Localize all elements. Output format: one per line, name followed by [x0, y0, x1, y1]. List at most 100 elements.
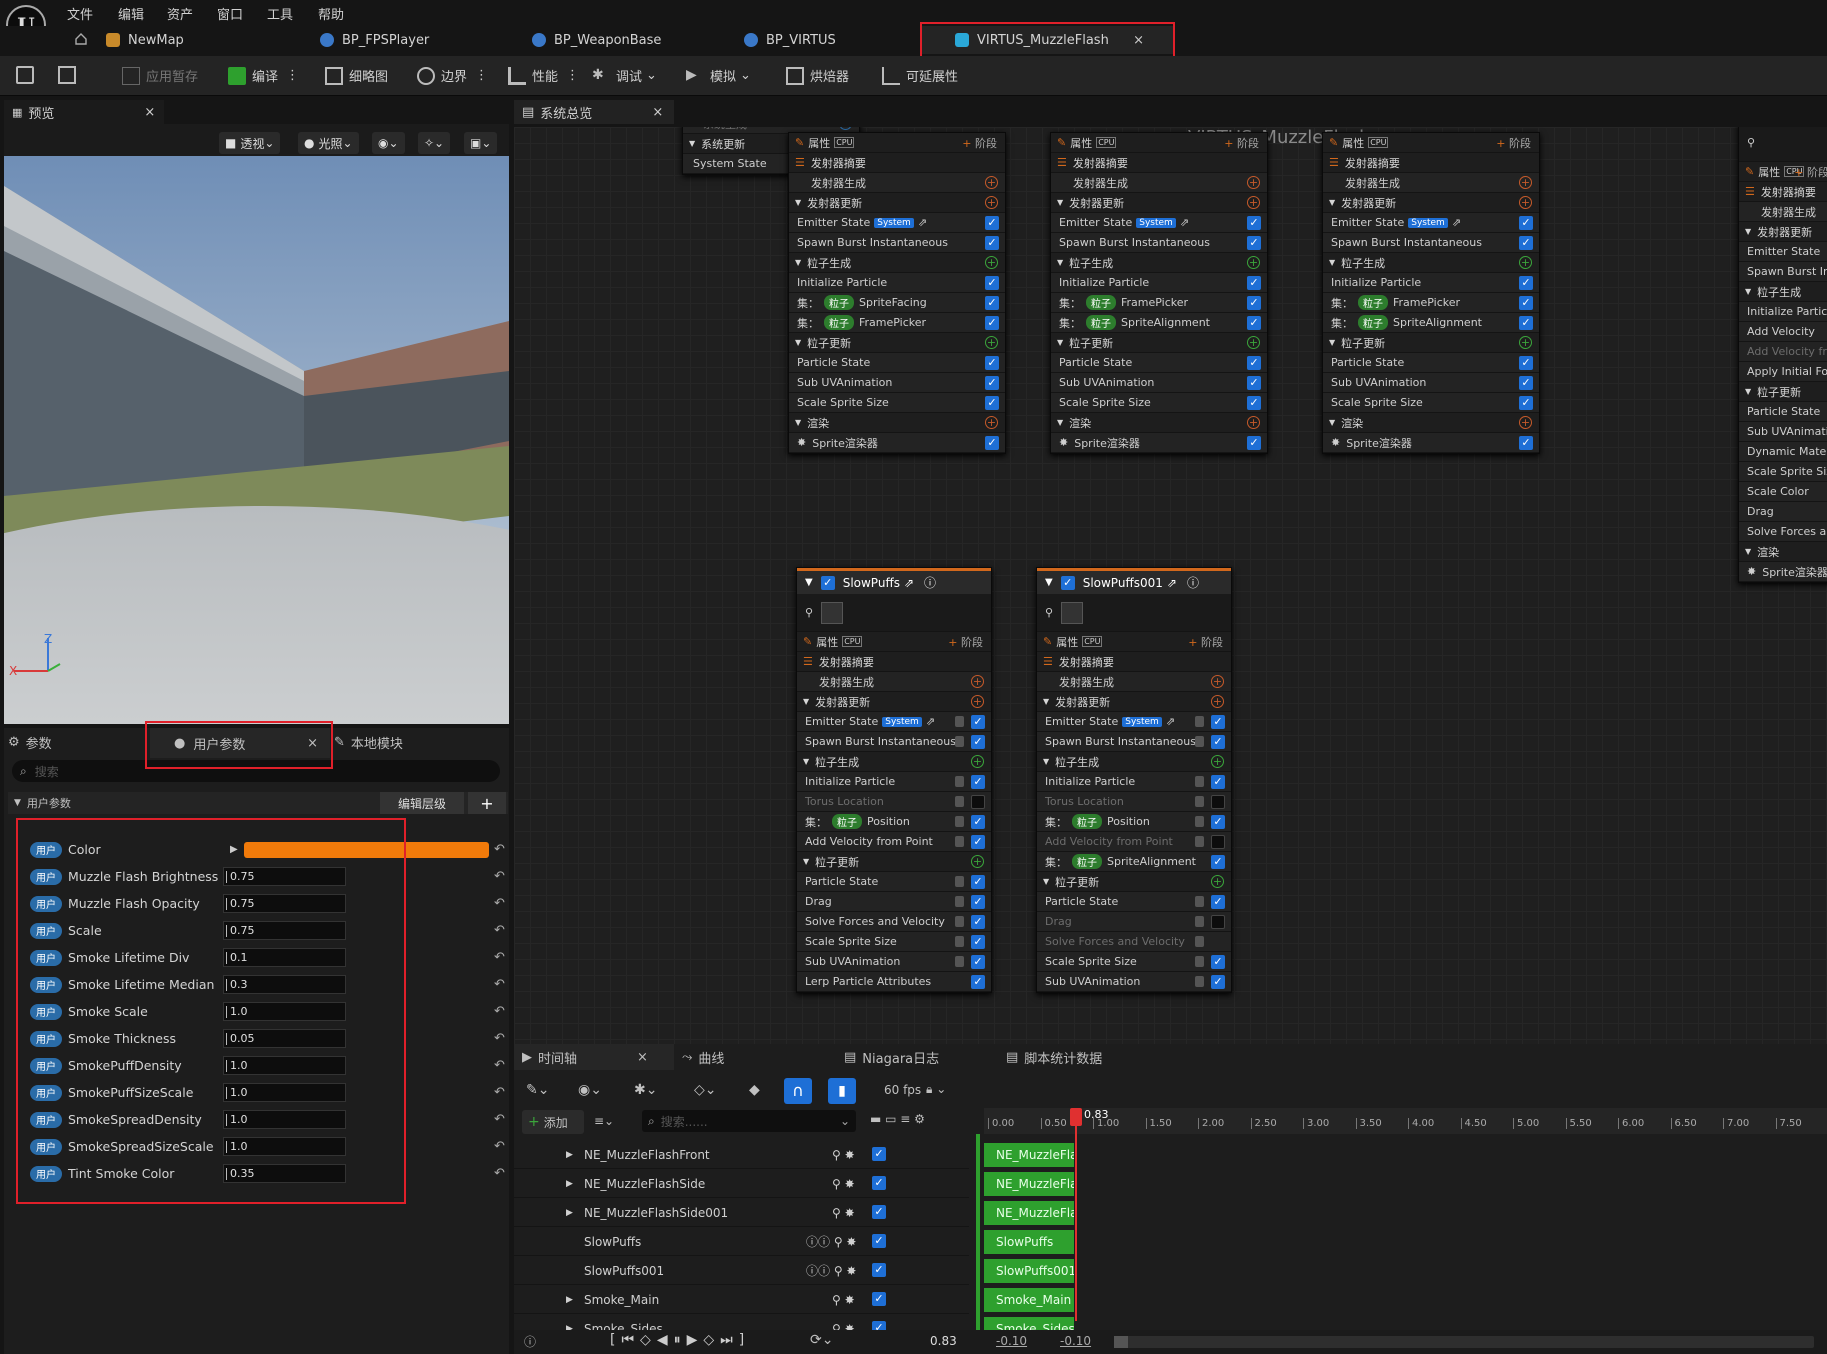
enable-checkbox[interactable]: ✓ [1211, 855, 1225, 869]
reset-icon[interactable]: ↶ [494, 1085, 505, 1100]
simulate-dropdown[interactable]: ▶ 模拟 ⌄ [686, 66, 751, 86]
node-row[interactable]: Torus Location [1037, 792, 1231, 812]
node-row[interactable]: Dynamic Materi [1739, 442, 1827, 462]
enable-checkbox[interactable]: ✓ [985, 396, 999, 410]
menu-file[interactable]: 文件 [67, 4, 93, 23]
emitter-node-slowpuffs[interactable]: ▼ ✓ SlowPuffs ⇗ ⓘ ⚲ ✎ 属性 CPU + 阶段 ☰ 发射器摘要 发射器生成 + ▼ 发射器… [796, 567, 992, 993]
enable-checkbox[interactable]: ✓ [971, 915, 985, 929]
node-row[interactable]: Sub UVAnimatic [1739, 422, 1827, 442]
node-row[interactable]: Drag [1037, 912, 1231, 932]
enable-checkbox[interactable]: ✓ [1247, 216, 1261, 230]
enable-checkbox[interactable]: ✓ [971, 715, 985, 729]
track-bar[interactable]: Smoke_Main [984, 1288, 1074, 1312]
apply-button[interactable]: 应用暂存 [122, 66, 198, 85]
node-row[interactable]: ▼ 粒子更新 + [1037, 872, 1231, 892]
view-options-icon[interactable]: ◉⌄ [578, 1082, 602, 1098]
range-start-marker[interactable] [976, 1134, 980, 1334]
node-row[interactable]: Emitter State System ⇗ ✓ [789, 213, 1005, 233]
track-bar[interactable]: NE_MuzzleFlash [984, 1201, 1074, 1225]
node-row[interactable]: ▼ 发射器更新 [1739, 222, 1827, 242]
node-row[interactable]: 发射器生成 + [1323, 173, 1539, 193]
node-row[interactable]: 集： 粒子 FramePicker ✓ [789, 313, 1005, 333]
node-props-row[interactable]: ✎ 属性 CPU + 阶段 [789, 133, 1005, 153]
add-module-icon[interactable]: + [1247, 196, 1260, 209]
thumbnail-button[interactable]: 细略图 [325, 66, 388, 85]
playback-controls[interactable]: [⏮◇◀⏸▶◇⏭] [610, 1332, 750, 1348]
node-row[interactable]: Sub UVAnimation ✓ [797, 952, 991, 972]
enable-checkbox[interactable]: ✓ [1211, 715, 1225, 729]
track-bar[interactable]: SlowPuffs [984, 1230, 1074, 1254]
node-row[interactable]: Emitter State System ⇗ ✓ [1051, 213, 1267, 233]
node-row[interactable]: Sub UVAnimation ✓ [1051, 373, 1267, 393]
enable-checkbox[interactable]: ✓ [971, 775, 985, 789]
node-row[interactable]: Particle State ✓ [1037, 892, 1231, 912]
enable-checkbox[interactable]: ✓ [971, 875, 985, 889]
snap-to-frame-icon[interactable]: ▮ [828, 1078, 856, 1104]
node-row[interactable]: Drag [1739, 502, 1827, 522]
reset-icon[interactable]: ↶ [494, 1058, 505, 1073]
node-row[interactable]: Scale Sprite Siz [1739, 462, 1827, 482]
emitter-node-header[interactable]: ▼ ✓ SlowPuffs ⇗ ⓘ [797, 568, 991, 594]
system-overview-graph[interactable]: VIRTUS_MuzzleFlash 系统生成+▼系统更新+System Sta… [514, 127, 1827, 1044]
debug-dropdown[interactable]: ✱ 调试 ⌄ [592, 66, 657, 86]
add-module-icon[interactable]: + [1247, 416, 1260, 429]
enable-checkbox[interactable]: ✓ [971, 835, 985, 849]
enable-checkbox[interactable]: ✓ [985, 376, 999, 390]
node-row[interactable]: Scale Sprite Size ✓ [789, 393, 1005, 413]
emitter-enable-checkbox[interactable]: ✓ [1060, 575, 1075, 590]
snap-options-icon[interactable]: ✱⌄ [634, 1082, 657, 1098]
node-row[interactable]: ▼ 粒子生成 + [1323, 253, 1539, 273]
node-props-row[interactable]: ✎ 属性 CPU + 阶段 [1323, 133, 1539, 153]
enable-checkbox[interactable]: ✓ [1247, 436, 1261, 450]
node-row[interactable]: Solve Forces and Velocity [1037, 932, 1231, 952]
compile-button[interactable]: 编译 ⋮ [228, 66, 299, 85]
filter-icon[interactable]: ≡⌄ [594, 1114, 614, 1128]
track-icons[interactable]: ⚲ ✸ [832, 1177, 855, 1191]
node-row[interactable]: Particle State [1739, 402, 1827, 422]
node-row[interactable]: Scale Color [1739, 482, 1827, 502]
node-row[interactable]: 发射器生成 [1739, 202, 1827, 222]
timeline-track[interactable]: SlowPuffs001 ⓘⓘ ⚲ ✸ ✓ [514, 1257, 969, 1285]
node-row[interactable]: Particle State ✓ [789, 353, 1005, 373]
add-module-icon[interactable]: + [985, 336, 998, 349]
node-row[interactable]: Scale Sprite Size ✓ [1037, 952, 1231, 972]
home-icon[interactable] [74, 32, 88, 46]
node-row[interactable]: 集： 粒子 FramePicker ✓ [1323, 293, 1539, 313]
collapse-all-icon[interactable]: ▬ ▭ ≡ ⚙ [870, 1112, 925, 1126]
baker-button[interactable]: 烘焙器 [786, 66, 849, 85]
menu-tools[interactable]: 工具 [267, 4, 293, 23]
show-dropdown[interactable]: ◉⌄ [372, 132, 405, 154]
add-module-icon[interactable]: + [971, 675, 984, 688]
reset-icon[interactable]: ↶ [494, 977, 505, 992]
node-row[interactable]: Initialize Particle ✓ [797, 772, 991, 792]
enable-checkbox[interactable]: ✓ [1211, 735, 1225, 749]
node-row[interactable]: 集： 粒子 SpriteAlignment ✓ [1037, 852, 1231, 872]
enable-checkbox[interactable]: ✓ [985, 216, 999, 230]
node-props-row[interactable]: ✎ 属性 CPU + 阶段 [1037, 632, 1231, 652]
node-row[interactable]: ✸ Sprite渲染器 ✓ [1051, 433, 1267, 453]
node-row[interactable]: 集： 粒子 SpriteAlignment ✓ [1051, 313, 1267, 333]
node-row[interactable]: ▼ 粒子更新 + [1323, 333, 1539, 353]
track-enable-checkbox[interactable]: ✓ [872, 1147, 886, 1161]
open-emitter-icon[interactable]: ⇗ [1167, 576, 1177, 590]
expand-icon[interactable]: ▶ [566, 1150, 582, 1160]
node-row[interactable]: Add Velocity fro [1739, 342, 1827, 362]
tab-bp-virtus[interactable]: BP_VIRTUS [744, 26, 836, 54]
track-icons[interactable]: ⓘⓘ ⚲ ✸ [806, 1262, 856, 1279]
enable-checkbox[interactable]: ✓ [1519, 376, 1533, 390]
emitter-summary-row[interactable]: ☰ 发射器摘要 [1051, 153, 1267, 173]
node-row[interactable]: Scale Sprite Size ✓ [1051, 393, 1267, 413]
emitter-enable-checkbox[interactable]: ✓ [820, 575, 835, 590]
node-row[interactable]: ▼ 渲染 + [1051, 413, 1267, 433]
timeline-track[interactable]: ▶ NE_MuzzleFlashSide001 ⚲ ✸ ✓ [514, 1199, 969, 1227]
add-module-icon[interactable]: + [1519, 336, 1532, 349]
track-icons[interactable]: ⚲ ✸ [832, 1206, 855, 1220]
expand-icon[interactable]: ▶ [566, 1179, 582, 1189]
track-bar[interactable]: NE_MuzzleFlash [984, 1143, 1074, 1167]
node-props-row[interactable]: ✎ 属性 CPU + 阶段 [1739, 162, 1827, 182]
node-row[interactable]: Solve Forces and Velocity ✓ [797, 912, 991, 932]
add-module-icon[interactable]: + [985, 256, 998, 269]
close-icon[interactable]: × [144, 105, 155, 120]
node-row[interactable]: ▼ 粒子更新 + [797, 852, 991, 872]
node-row[interactable]: ✸ Sprite渲染器 ✓ [789, 433, 1005, 453]
